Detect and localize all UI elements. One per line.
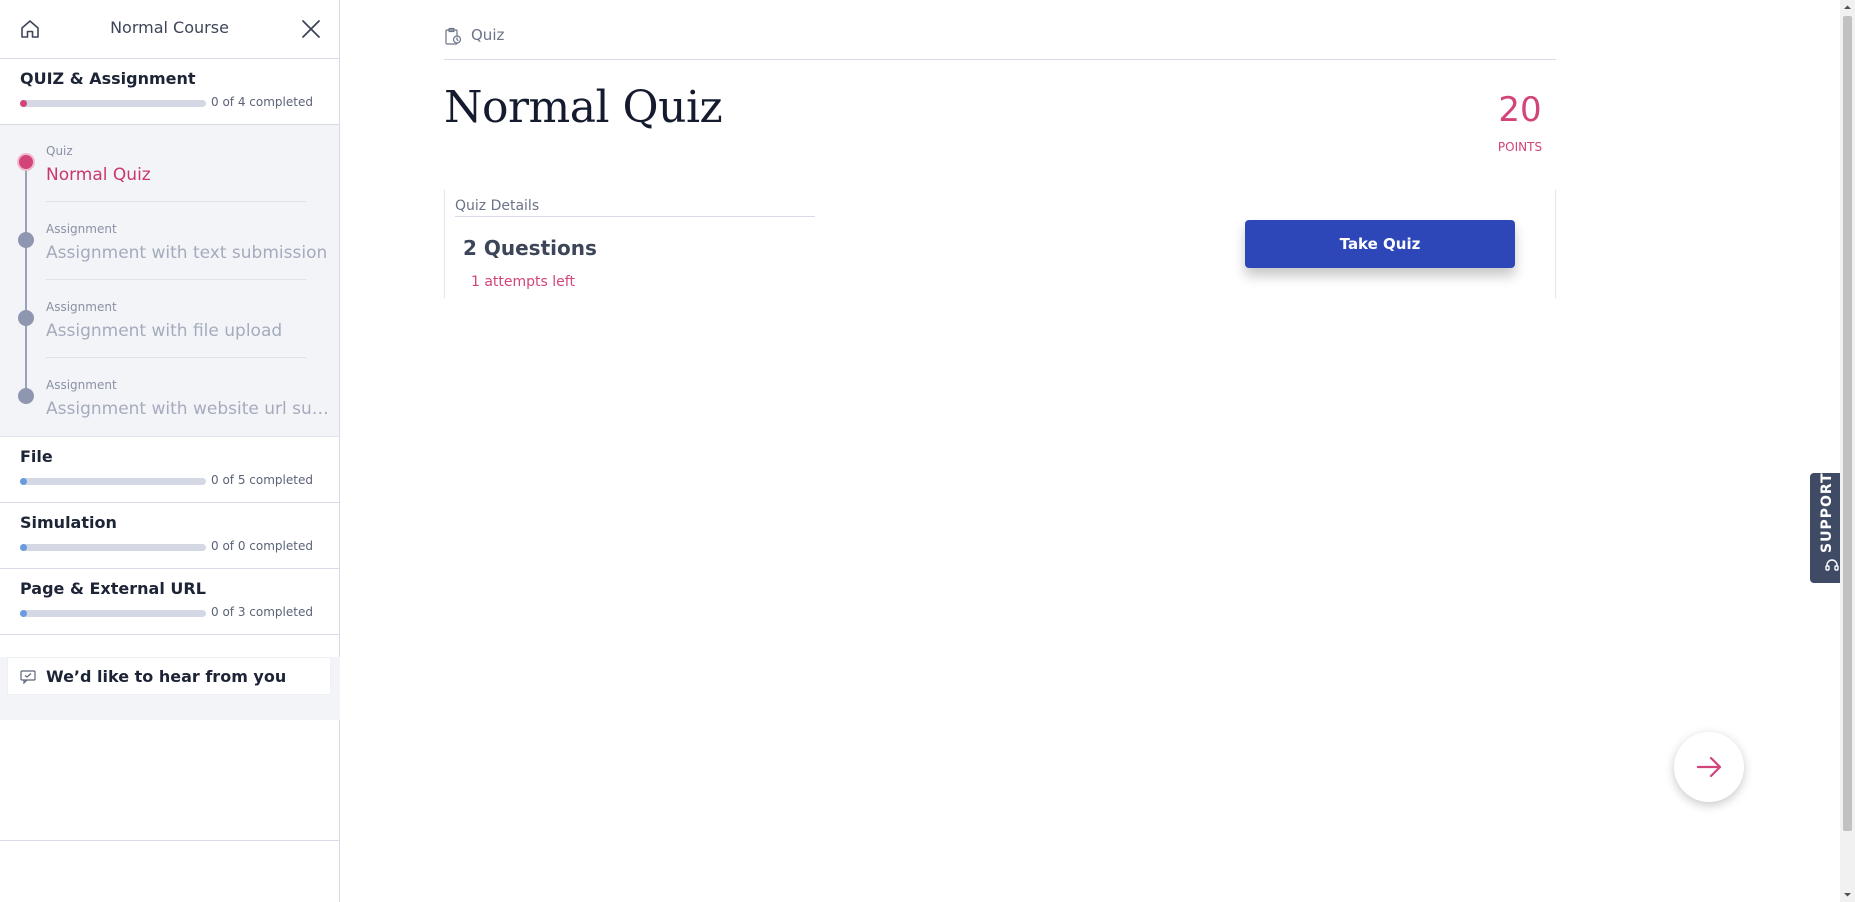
divider [46,201,306,202]
list-item-normal-quiz[interactable]: Quiz Normal Quiz [0,133,340,211]
item-kind: Quiz [46,144,73,158]
quiz-details-card: Quiz Details 2 Questions 1 attempts left… [444,190,1556,298]
quiz-icon [444,27,462,45]
progress-text: 0 of 5 completed [211,473,313,487]
section-title: Simulation [20,513,117,532]
section-title: QUIZ & Assignment [20,69,196,88]
breadcrumb: Quiz [444,24,1556,60]
item-kind: Assignment [46,378,117,392]
status-dot [18,388,34,404]
section-progress: 0 of 0 completed [20,537,319,557]
status-dot [17,153,35,171]
section-title: File [20,447,53,466]
item-kind: Assignment [46,222,117,236]
headset-icon [1824,557,1840,573]
sidebar-header: Normal Course [0,0,339,59]
arrow-right-icon [1696,756,1722,778]
attempts-left: 1 attempts left [471,274,575,290]
list-item-assignment-text[interactable]: Assignment Assignment with text submissi… [0,211,340,289]
divider [46,357,306,358]
quiz-details-heading: Quiz Details [455,198,815,217]
status-dot [18,232,34,248]
progress-bar [20,610,206,617]
course-title: Normal Course [110,18,229,37]
status-dot [18,310,34,326]
progress-text: 0 of 4 completed [211,95,313,109]
section-file[interactable]: File 0 of 5 completed [0,437,339,503]
progress-fill [20,610,27,617]
section-progress: 0 of 3 completed [20,603,319,623]
list-item-assignment-url[interactable]: Assignment Assignment with website url s… [0,367,340,445]
page-scrollbar[interactable] [1840,0,1855,902]
section-progress: 0 of 5 completed [20,471,319,491]
item-name: Assignment with text submission [46,243,328,263]
feedback-icon [20,669,36,685]
divider [0,840,340,841]
progress-bar [20,544,206,551]
page-title: Normal Quiz [444,82,723,133]
feedback-button[interactable]: We’d like to hear from you [7,657,331,695]
progress-text: 0 of 3 completed [211,605,313,619]
course-sidebar: Normal Course QUIZ & Assignment 0 of 4 c… [0,0,340,902]
points-label: POINTS [1497,140,1543,154]
progress-fill [20,100,27,107]
scroll-down-icon[interactable] [1840,887,1855,902]
item-name: Assignment with website url submission [46,399,332,419]
breadcrumb-label[interactable]: Quiz [471,26,504,44]
section-simulation[interactable]: Simulation 0 of 0 completed [0,503,339,569]
next-lesson-button[interactable] [1674,732,1744,802]
section-items-list: Quiz Normal Quiz Assignment Assignment w… [0,125,339,437]
progress-fill [20,478,27,485]
section-progress: 0 of 4 completed [20,93,319,113]
progress-bar [20,100,206,107]
progress-fill [20,544,27,551]
points-value: 20 [1498,90,1542,130]
take-quiz-button[interactable]: Take Quiz [1245,220,1515,268]
section-quiz-assignment[interactable]: QUIZ & Assignment 0 of 4 completed [0,59,339,125]
scrollbar-thumb[interactable] [1843,16,1852,831]
section-page-external-url[interactable]: Page & External URL 0 of 3 completed [0,569,339,635]
close-icon[interactable] [298,16,324,42]
list-item-assignment-file[interactable]: Assignment Assignment with file upload [0,289,340,367]
section-title: Page & External URL [20,579,206,598]
questions-count: 2 Questions [463,236,597,260]
item-name: Normal Quiz [46,165,151,185]
feedback-label: We’d like to hear from you [46,667,287,686]
divider [46,279,306,280]
progress-text: 0 of 0 completed [211,539,313,553]
item-kind: Assignment [46,300,117,314]
scroll-up-icon[interactable] [1840,0,1855,15]
item-name: Assignment with file upload [46,321,283,341]
progress-bar [20,478,206,485]
